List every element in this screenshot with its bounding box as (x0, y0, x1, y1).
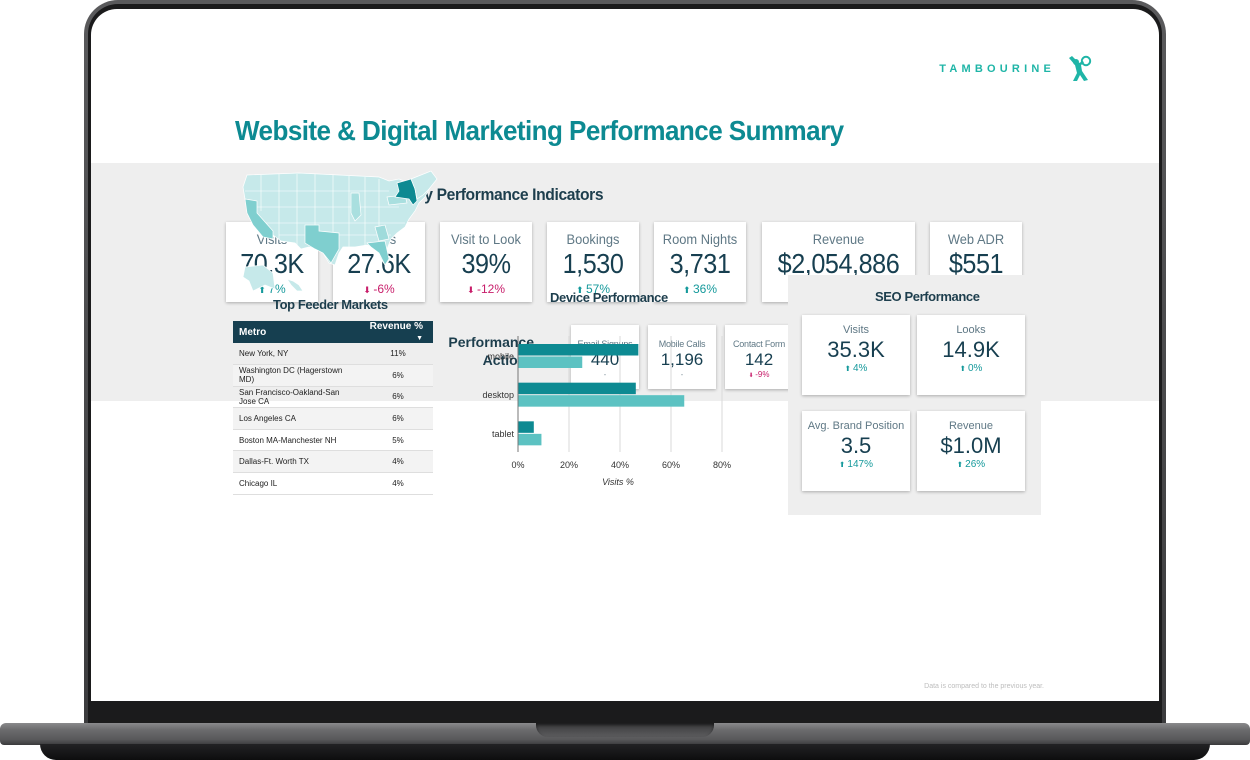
card-change: ⬆ 26% (917, 459, 1025, 470)
laptop-lid: TAMBOURINE Website & Digital Marketing P… (84, 0, 1166, 724)
revenue-pct-cell: 4% (363, 472, 433, 495)
x-tick-label: 40% (611, 460, 629, 470)
card-value: 3.5 (840, 433, 872, 458)
revenue-pct-cell: 6% (363, 386, 433, 409)
card-change-value: 26% (965, 459, 986, 470)
bar-mobile-visits (518, 344, 639, 356)
table-row[interactable]: Chicago IL 4% (233, 472, 433, 495)
card-value: 35.3K (827, 337, 885, 362)
card-label: Visits (842, 324, 870, 336)
seo-card-revenue[interactable]: Revenue $1.0M ⬆ 26% (917, 411, 1025, 491)
bar-tablet-visits (518, 421, 534, 433)
card-label: Looks (956, 324, 986, 336)
metro-cell: Washington DC (Hagerstown MD) (233, 364, 363, 387)
revenue-pct-cell: 11% (363, 343, 433, 366)
card-label: Bookings (566, 231, 620, 247)
card-label: Revenue (948, 420, 994, 432)
card-label: Web ADR (947, 231, 1005, 247)
revenue-pct-cell: 4% (363, 450, 433, 474)
seo-performance-title: SEO Performance (875, 289, 980, 304)
x-axis-label: Visits % (602, 477, 634, 487)
metro-cell: San Francisco-Oakland-San Jose CA (233, 386, 363, 409)
x-tick-label: 80% (713, 460, 731, 470)
card-value: 1,530 (562, 248, 624, 279)
card-change: ⬇ -12% (440, 282, 532, 296)
sort-desc-icon[interactable]: ▼ (416, 335, 423, 342)
table-header-row: Metro Revenue % ▼ (233, 321, 433, 343)
bar-mobile-looks (518, 356, 583, 368)
arrow-down-icon: ⬇ (466, 285, 478, 295)
bar-desktop-looks (518, 395, 685, 407)
map-state-florida (366, 240, 390, 266)
column-revenue-pct-label: Revenue % (369, 321, 423, 332)
dashboard-screen: TAMBOURINE Website & Digital Marketing P… (91, 9, 1159, 701)
category-label: desktop (482, 390, 514, 400)
card-change-value: -9% (755, 370, 770, 379)
card-change-value: 36% (693, 282, 718, 296)
page-title: Website & Digital Marketing Performance … (235, 115, 844, 146)
card-value: 39% (461, 248, 511, 279)
card-change: ⬆ 147% (802, 459, 910, 470)
tambourine-figure-icon (1069, 55, 1092, 81)
card-label: Revenue (812, 231, 865, 247)
card-change-value: -12% (477, 282, 506, 296)
arrow-up-icon: ⬆ (959, 364, 968, 373)
table-row[interactable]: Los Angeles CA 6% (233, 407, 433, 430)
bar-desktop-visits (518, 382, 636, 395)
arrow-up-icon: ⬆ (956, 460, 966, 469)
column-revenue-pct[interactable]: Revenue % ▼ (363, 321, 433, 343)
table-row[interactable]: Dallas-Ft. Worth TX 4% (233, 450, 433, 474)
seo-card-looks[interactable]: Looks 14.9K ⬆ 0% (917, 315, 1025, 395)
table-row[interactable]: San Francisco-Oakland-San Jose CA 6% (233, 386, 433, 409)
kpi-card-visit-to-look[interactable]: Visit to Look 39% ⬇ -12% (440, 222, 532, 302)
card-change-value: 4% (852, 363, 868, 374)
card-value: $1.0M (940, 433, 1002, 458)
feeder-markets-title: Top Feeder Markets (273, 297, 388, 312)
metro-cell: Dallas-Ft. Worth TX (233, 450, 363, 474)
revenue-pct-cell: 6% (363, 407, 433, 430)
card-change: ⬆ 0% (917, 363, 1025, 374)
device-performance-title: Device Performance (550, 290, 668, 305)
card-change-value: 147% (847, 459, 873, 470)
metro-cell: New York, NY (233, 343, 363, 366)
card-value: 3,731 (669, 248, 731, 279)
card-label: Visit to Look (451, 231, 521, 247)
seo-card-avg-brand-position[interactable]: Avg. Brand Position 3.5 ⬆ 147% (802, 411, 910, 491)
card-label: Room Nights (662, 231, 738, 247)
x-tick-label: 20% (560, 460, 578, 470)
seo-card-visits[interactable]: Visits 35.3K ⬆ 4% (802, 315, 910, 395)
brand-name: TAMBOURINE (939, 63, 1055, 75)
metro-cell: Chicago IL (233, 472, 363, 495)
footnote: Data is compared to the previous year. (924, 683, 1044, 690)
laptop-bezel: TAMBOURINE Website & Digital Marketing P… (88, 4, 1162, 724)
x-tick-label: 60% (662, 460, 680, 470)
card-label: Avg. Brand Position (807, 420, 905, 432)
table-row[interactable]: New York, NY 11% (233, 343, 433, 366)
table-row[interactable]: Boston MA-Manchester NH 5% (233, 429, 433, 452)
feeder-markets-table: Metro Revenue % ▼ New York, NY 11% Washing… (233, 321, 433, 495)
arrow-up-icon: ⬆ (682, 285, 693, 295)
map-state-alaska (242, 264, 276, 292)
brand: TAMBOURINE (939, 55, 1093, 83)
bar-tablet-looks (518, 433, 542, 446)
arrow-up-icon: ⬆ (844, 364, 853, 373)
laptop-hinge-notch (536, 723, 714, 737)
card-value: 14.9K (942, 337, 1000, 362)
revenue-pct-cell: 6% (363, 364, 433, 387)
card-change-value: 0% (967, 363, 983, 374)
category-label: tablet (492, 429, 515, 439)
table-row[interactable]: Washington DC (Hagerstown MD) 6% (233, 364, 433, 387)
device-performance-chart: 0% 20% 40% 60% 80% mobile desktop tablet Visits … (482, 336, 731, 487)
x-tick-label: 0% (511, 460, 524, 470)
us-feeder-map[interactable] (239, 169, 439, 299)
metro-cell: Boston MA-Manchester NH (233, 429, 363, 452)
metro-cell: Los Angeles CA (233, 407, 363, 430)
map-state-hawaii (286, 278, 304, 292)
column-metro[interactable]: Metro (233, 321, 363, 343)
revenue-pct-cell: 5% (363, 429, 433, 452)
card-change: ⬆ 4% (802, 363, 910, 374)
laptop-base-shadow (40, 744, 1210, 760)
category-label: mobile (487, 352, 514, 362)
